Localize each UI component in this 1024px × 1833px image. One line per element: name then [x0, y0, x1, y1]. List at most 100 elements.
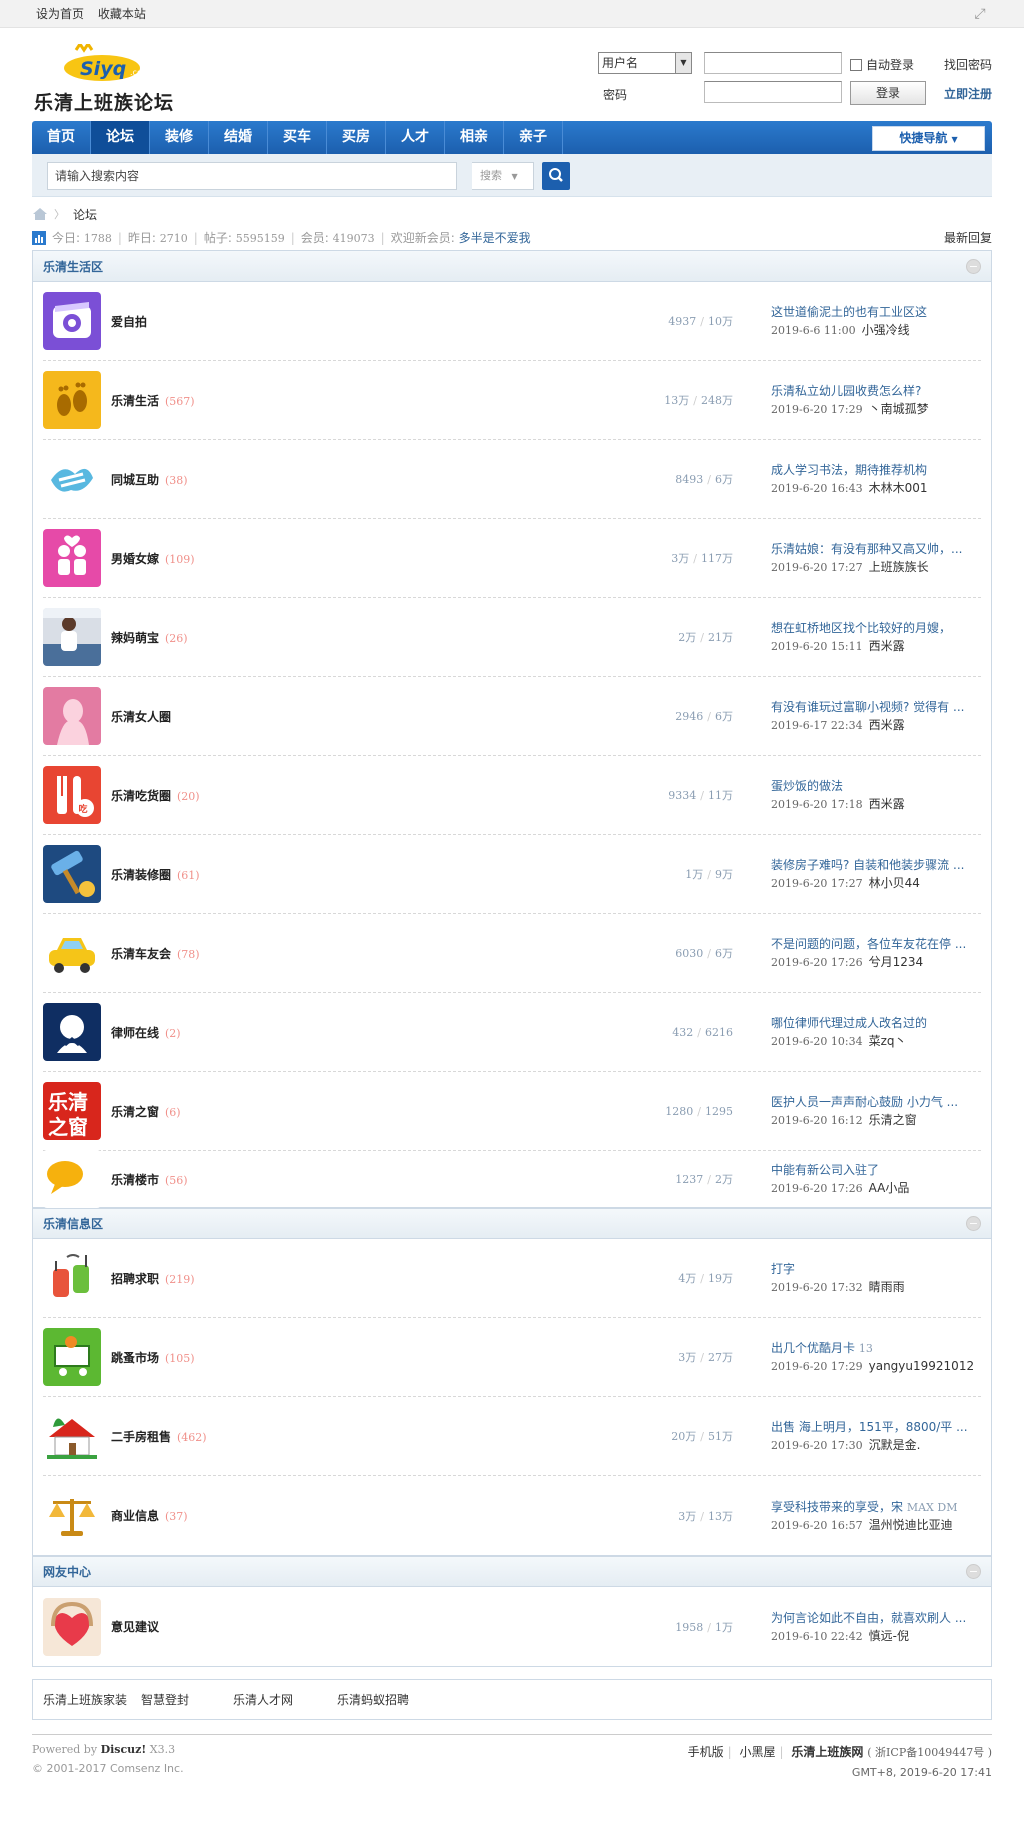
last-post-user-link[interactable]: 沉默是金. [869, 1438, 921, 1452]
friend-link[interactable]: 乐清上班族家装 [43, 1691, 127, 1708]
last-post-user-link[interactable]: 西米露 [869, 639, 905, 653]
forum-name-link[interactable]: 意见建议 [111, 1620, 159, 1634]
footprint-icon[interactable] [43, 371, 101, 429]
forum-name-link[interactable]: 乐清楼市 [111, 1173, 159, 1187]
forum-name-link[interactable]: 二手房租售 [111, 1430, 171, 1444]
last-post-user-link[interactable]: 木林木001 [869, 481, 928, 495]
site-logo[interactable]: Siyq .com 乐清上班族论坛 [32, 44, 192, 114]
breadcrumb-current[interactable]: 论坛 [73, 206, 97, 223]
last-post-title-link[interactable]: 这世道偷泥土的也有工业区这 [771, 303, 979, 321]
last-post-title-link[interactable]: 中能有新公司入驻了 [771, 1161, 979, 1179]
last-post-title-link[interactable]: 享受科技带来的享受，宋 MAX DM [771, 1498, 979, 1516]
nav-item-talent[interactable]: 人才 [386, 121, 445, 154]
last-post-title-link[interactable]: 不是问题的问题，各位车友花在停 ... [771, 935, 979, 953]
set-home-link[interactable]: 设为首页 [36, 7, 84, 21]
blacklist-link[interactable]: 小黑屋 [740, 1745, 776, 1759]
handshake-icon[interactable] [43, 450, 101, 508]
nav-item-home[interactable]: 首页 [32, 121, 91, 154]
last-post-user-link[interactable]: 西米露 [869, 718, 905, 732]
username-field[interactable] [704, 52, 842, 74]
friend-link[interactable]: 乐清人才网 [233, 1691, 293, 1708]
forum-name-link[interactable]: 乐清女人圈 [111, 710, 171, 724]
last-post-user-link[interactable]: 温州悦迪比亚迪 [869, 1518, 953, 1532]
last-post-title-link[interactable]: 哪位律师代理过成人改名过的 [771, 1014, 979, 1032]
last-post-title-link[interactable]: 想在虹桥地区找个比较好的月嫂， [771, 619, 979, 637]
forum-name-link[interactable]: 乐清吃货圈 [111, 789, 171, 803]
forum-name-link[interactable]: 男婚女嫁 [111, 552, 159, 566]
icp-link[interactable]: ( 浙ICP备10049447号 ) [867, 1746, 992, 1759]
food-icon[interactable]: 吃 [43, 766, 101, 824]
forum-name-link[interactable]: 跳蚤市场 [111, 1351, 159, 1365]
heart-headphones-icon[interactable] [43, 1597, 101, 1656]
mobile-link[interactable]: 手机版 [688, 1745, 724, 1759]
bookmark-link[interactable]: 收藏本站 [98, 7, 146, 21]
last-post-title-link[interactable]: 出售 海上明月，151平，8800/平 ... [771, 1418, 979, 1436]
home-icon[interactable] [32, 207, 48, 221]
chat-bubble-icon[interactable] [43, 1150, 101, 1208]
last-post-title-link[interactable]: 有没有谁玩过富聊小视频? 觉得有 ... [771, 698, 979, 716]
nav-item-dating[interactable]: 相亲 [445, 121, 504, 154]
last-post-title-link[interactable]: 装修房子难吗? 自装和他装步骤流 ... [771, 856, 979, 874]
nav-item-car[interactable]: 买车 [268, 121, 327, 154]
last-post-user-link[interactable]: 林小贝44 [869, 876, 920, 890]
last-post-title-link[interactable]: 蛋炒饭的做法 [771, 777, 979, 795]
forum-name-link[interactable]: 爱自拍 [111, 315, 147, 329]
last-post-title-link[interactable]: 乐清私立幼儿园收费怎么样? [771, 382, 979, 400]
nav-item-forum[interactable]: 论坛 [91, 121, 150, 154]
last-post-title-link[interactable]: 打字 [771, 1260, 979, 1278]
forum-name-link[interactable]: 辣妈萌宝 [111, 631, 159, 645]
forum-name-link[interactable]: 招聘求职 [111, 1272, 159, 1286]
scale-icon[interactable] [43, 1486, 101, 1545]
forum-name-link[interactable]: 乐清生活 [111, 394, 159, 408]
collapse-icon[interactable]: − [966, 258, 981, 274]
collapse-icon[interactable]: − [966, 1216, 981, 1231]
last-post-title-link[interactable]: 医护人员一声声耐心鼓励 小力气 ... [771, 1093, 979, 1111]
last-post-title-link[interactable]: 出几个优酷月卡 13 [771, 1339, 979, 1357]
lawyer-icon[interactable] [43, 1003, 101, 1061]
nav-item-decoration[interactable]: 装修 [150, 121, 209, 154]
friend-link[interactable]: 乐清蚂蚁招聘 [337, 1691, 409, 1708]
last-post-user-link[interactable]: 西米露 [869, 797, 905, 811]
forum-name-link[interactable]: 律师在线 [111, 1026, 159, 1040]
woman-icon[interactable] [43, 687, 101, 745]
site-home-link[interactable]: 乐清上班族网 [791, 1745, 863, 1759]
yueqing-window-icon[interactable]: 乐清 之窗 [43, 1082, 101, 1140]
auto-login-checkbox[interactable]: 自动登录 [850, 56, 914, 73]
register-link[interactable]: 立即注册 [944, 85, 992, 102]
forum-name-link[interactable]: 同城互助 [111, 473, 159, 487]
shopping-cart-icon[interactable] [43, 1328, 101, 1386]
nav-item-house[interactable]: 买房 [327, 121, 386, 154]
walkie-talkie-icon[interactable] [43, 1249, 101, 1307]
forum-name-link[interactable]: 乐清之窗 [111, 1105, 159, 1119]
forum-name-link[interactable]: 商业信息 [111, 1509, 159, 1523]
forum-name-link[interactable]: 乐清车友会 [111, 947, 171, 961]
last-post-title-link[interactable]: 乐清姑娘：有没有那种又高又帅，... [771, 540, 979, 558]
password-field[interactable] [704, 81, 842, 103]
friend-link[interactable]: 智慧登封 [141, 1691, 189, 1708]
newest-member-link[interactable]: 多半是不爱我 [459, 231, 531, 245]
last-post-title-link[interactable]: 成人学习书法，期待推荐机构 [771, 461, 979, 479]
camera-icon[interactable] [43, 292, 101, 350]
nav-item-parenting[interactable]: 亲子 [504, 121, 563, 154]
house-icon[interactable] [43, 1407, 101, 1465]
expand-icon[interactable]: ⤢ [972, 6, 988, 22]
discuz-link[interactable]: Discuz! [101, 1743, 147, 1756]
couple-icon[interactable] [43, 529, 101, 587]
last-post-user-link[interactable]: AA小品 [869, 1181, 910, 1195]
forum-name-link[interactable]: 乐清装修圈 [111, 868, 171, 882]
category-title[interactable]: 网友中心 [43, 1563, 91, 1580]
nav-item-wedding[interactable]: 结婚 [209, 121, 268, 154]
latest-reply-link[interactable]: 最新回复 [944, 229, 992, 246]
last-post-user-link[interactable]: 丶南城孤梦 [869, 402, 929, 416]
last-post-user-link[interactable]: 睛雨雨 [869, 1280, 905, 1294]
last-post-user-link[interactable]: yangyu19921012 [869, 1359, 974, 1373]
car-icon[interactable] [43, 924, 101, 982]
search-button[interactable] [542, 162, 570, 190]
paint-roller-icon[interactable] [43, 845, 101, 903]
last-post-title-link[interactable]: 为何言论如此不自由，就喜欢刷人 ... [771, 1609, 979, 1627]
last-post-user-link[interactable]: 乐清之窗 [869, 1113, 917, 1127]
login-type-select[interactable]: 用户名 ▼ [598, 52, 692, 74]
mom-baby-icon[interactable] [43, 608, 101, 666]
quick-nav-button[interactable]: 快捷导航 ▼ [872, 126, 985, 151]
find-password-link[interactable]: 找回密码 [944, 56, 992, 73]
